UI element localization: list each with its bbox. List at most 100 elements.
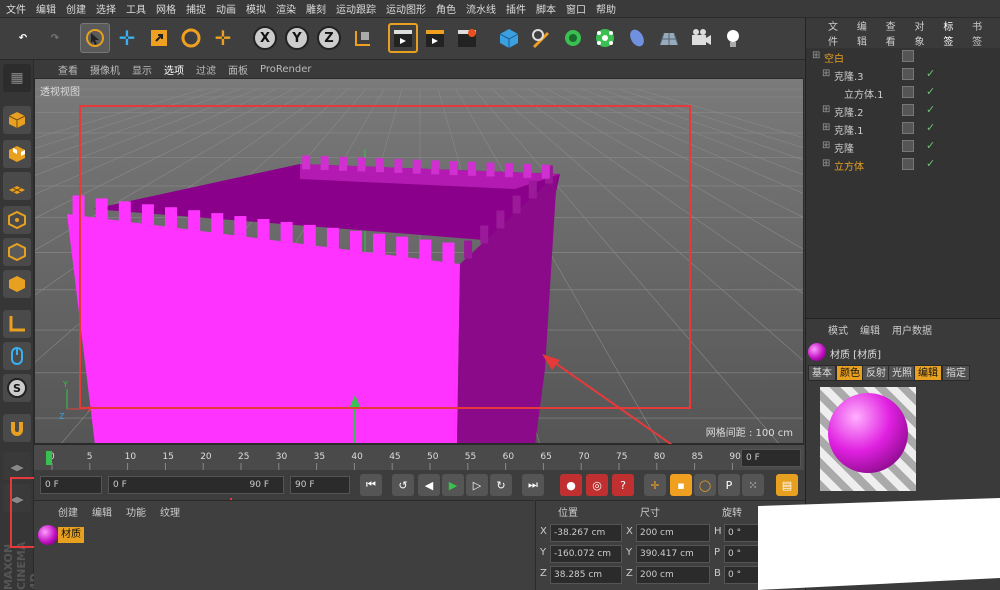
enabled-check-icon[interactable]: ✓ [926, 67, 935, 80]
position-field[interactable]: 38.285 cm [550, 566, 622, 584]
texture-mode-icon[interactable] [3, 140, 31, 168]
attribute-tab[interactable]: 编辑 [914, 365, 942, 381]
menu-item[interactable]: 角色 [436, 1, 456, 16]
material-swatch-icon[interactable] [38, 525, 58, 545]
start-frame-field[interactable]: 0 F [40, 476, 102, 494]
layer-color-icon[interactable] [902, 104, 914, 116]
menu-item[interactable]: 窗口 [566, 1, 586, 16]
deformer-button[interactable] [622, 23, 652, 53]
material-menu-item[interactable]: 功能 [126, 504, 146, 519]
object-row[interactable]: ⊞ 克隆.1 ✓ [806, 120, 1000, 138]
attribute-tab[interactable]: 指定 [942, 365, 970, 381]
object-row[interactable]: ⊞ 立方体 ✓ [806, 156, 1000, 174]
model-mode-icon[interactable] [3, 106, 31, 134]
expand-icon[interactable]: ⊞ [822, 140, 830, 151]
key-scale-icon[interactable]: ▪ [670, 474, 692, 496]
z-axis-lock-button[interactable]: Z [314, 23, 344, 53]
menu-item[interactable]: 脚本 [536, 1, 556, 16]
object-name[interactable]: 克隆 [834, 140, 854, 155]
object-name[interactable]: 立方体 [834, 158, 864, 173]
viewport-menu-item[interactable]: 面板 [228, 62, 248, 77]
end-frame-field[interactable]: 90 F [290, 476, 350, 494]
render-picture-button[interactable] [420, 23, 450, 53]
expand-icon[interactable]: ⊞ [822, 104, 830, 115]
sculpt-icon[interactable]: ▦ [3, 64, 31, 92]
expand-icon[interactable]: ⊞ [822, 158, 830, 169]
viewport-menu-item[interactable]: ProRender [260, 64, 311, 75]
object-name[interactable]: 克隆.3 [834, 68, 864, 83]
grid-workplane-icon[interactable] [3, 452, 31, 480]
light-button[interactable] [718, 23, 748, 53]
menu-item[interactable]: 文件 [6, 1, 26, 16]
timeline-window-icon[interactable]: ▤ [776, 474, 798, 496]
scale-tool-icon[interactable] [144, 23, 174, 53]
menu-item[interactable]: 捕捉 [186, 1, 206, 16]
coordinate-system-icon[interactable] [348, 23, 378, 53]
menu-item[interactable]: 运动图形 [386, 1, 426, 16]
menu-item[interactable]: 编辑 [36, 1, 56, 16]
object-menu-item[interactable]: 标签 [943, 18, 962, 48]
attribute-menu-item[interactable]: 编辑 [860, 322, 880, 337]
layer-color-icon[interactable] [902, 86, 914, 98]
cube-primitive-button[interactable] [494, 23, 524, 53]
object-row[interactable]: ⊞ 空白 [806, 48, 1000, 66]
attribute-tab[interactable]: 光照 [888, 365, 916, 381]
menu-item[interactable]: 插件 [506, 1, 526, 16]
enabled-check-icon[interactable]: ✓ [926, 139, 935, 152]
playhead[interactable] [46, 451, 52, 465]
camera-button[interactable] [686, 23, 716, 53]
size-field[interactable]: 200 cm [636, 524, 710, 542]
position-field[interactable]: -160.072 cm [550, 545, 622, 563]
transform-tool-icon[interactable]: ✛ [208, 23, 238, 53]
edges-mode-icon[interactable] [3, 238, 31, 266]
enabled-check-icon[interactable]: ✓ [926, 103, 935, 116]
menu-item[interactable]: 动画 [216, 1, 236, 16]
key-move-icon[interactable]: ✛ [644, 474, 666, 496]
attribute-menu-item[interactable]: 用户数据 [892, 322, 932, 337]
object-row[interactable]: ⊞ 克隆 ✓ [806, 138, 1000, 156]
object-name[interactable]: 克隆.2 [834, 104, 864, 119]
object-name[interactable]: 立方体.1 [844, 86, 884, 101]
object-menu-item[interactable]: 文件 [828, 18, 847, 48]
tweak-mode-icon[interactable] [3, 342, 31, 370]
menu-item[interactable]: 选择 [96, 1, 116, 16]
pen-spline-button[interactable] [526, 23, 556, 53]
magnet-icon[interactable] [3, 414, 31, 442]
attribute-tab[interactable]: 反射 [862, 365, 890, 381]
move-tool-icon[interactable]: ✛ [112, 23, 142, 53]
layer-color-icon[interactable] [902, 140, 914, 152]
record-icon[interactable]: ● [560, 474, 582, 496]
expand-icon[interactable]: ⊞ [822, 68, 830, 79]
prev-key-icon[interactable]: ↺ [392, 474, 414, 496]
layer-color-icon[interactable] [902, 50, 914, 62]
viewport-menu-item[interactable]: 选项 [164, 62, 184, 77]
layer-color-icon[interactable] [902, 68, 914, 80]
object-menu-item[interactable]: 编辑 [857, 18, 876, 48]
undo-icon[interactable]: ↶ [8, 23, 38, 53]
menu-item[interactable]: 工具 [126, 1, 146, 16]
floor-button[interactable] [654, 23, 684, 53]
workplane-mode-icon[interactable] [3, 172, 31, 200]
current-frame-field[interactable]: 0 F [741, 449, 801, 467]
go-start-icon[interactable]: ⏮ [360, 474, 382, 496]
menu-item[interactable]: 流水线 [466, 1, 496, 16]
points-mode-icon[interactable] [3, 206, 31, 234]
key-points-icon[interactable]: ⁙ [742, 474, 764, 496]
object-row[interactable]: 立方体.1 ✓ [806, 84, 1000, 102]
size-field[interactable]: 200 cm [636, 566, 710, 584]
render-view-button[interactable] [388, 23, 418, 53]
select-tool-icon[interactable] [80, 23, 110, 53]
axis-mode-icon[interactable] [3, 310, 31, 338]
object-menu-item[interactable]: 书签 [972, 18, 991, 48]
size-field[interactable]: 390.417 cm [636, 545, 710, 563]
object-row[interactable]: ⊞ 克隆.2 ✓ [806, 102, 1000, 120]
material-name-label[interactable]: 材质 [58, 527, 84, 543]
enabled-check-icon[interactable]: ✓ [926, 85, 935, 98]
object-row[interactable]: ⊞ 克隆.3 ✓ [806, 66, 1000, 84]
enabled-check-icon[interactable]: ✓ [926, 121, 935, 134]
menu-item[interactable]: 运动跟踪 [336, 1, 376, 16]
position-field[interactable]: -38.267 cm [550, 524, 622, 542]
enabled-check-icon[interactable]: ✓ [926, 157, 935, 170]
prev-frame-icon[interactable]: ◀ [418, 474, 440, 496]
viewport-menu-item[interactable]: 摄像机 [90, 62, 120, 77]
